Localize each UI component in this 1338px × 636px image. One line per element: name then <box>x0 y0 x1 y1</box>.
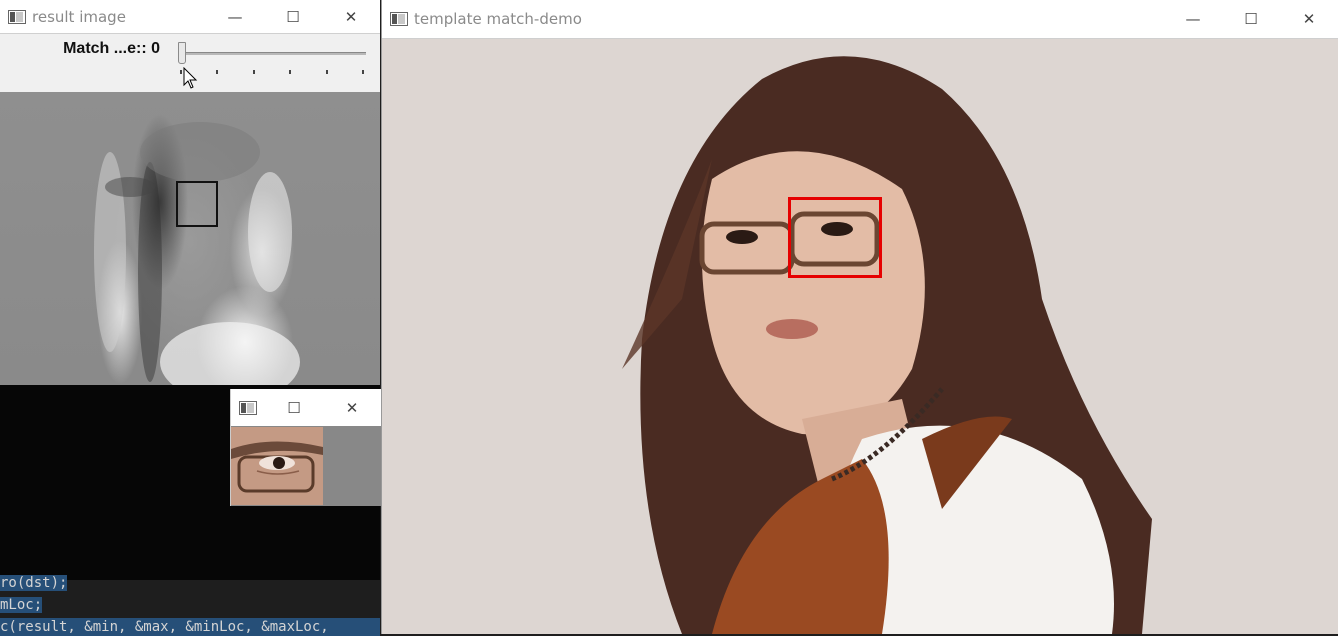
app-window-icon <box>8 9 26 24</box>
code-editor-fragment[interactable]: ro(dst); mLoc; c(result, &min, &max, &mi… <box>0 575 380 636</box>
result-match-map <box>0 92 380 385</box>
minimize-button[interactable]: — <box>1164 0 1222 38</box>
trackbar-tick <box>362 70 364 74</box>
template-match-demo-window[interactable]: template match-demo — ☐ ✕ <box>381 0 1338 634</box>
portrait-photo-illustration <box>382 39 1338 634</box>
close-button[interactable]: ✕ <box>1280 0 1338 38</box>
code-line: mLoc; <box>0 597 43 613</box>
trackbar-tick <box>252 70 255 74</box>
maximize-button[interactable]: ☐ <box>264 0 322 33</box>
best-match-rectangle <box>176 181 218 227</box>
result-window-titlebar[interactable]: result image — ☐ ✕ <box>0 0 380 34</box>
trackbar-track[interactable] <box>180 52 366 55</box>
trackbar-tick <box>289 70 292 74</box>
trackbar-tick <box>216 70 219 74</box>
trackbar-tick <box>325 70 328 74</box>
code-line: ro(dst); <box>0 575 68 591</box>
source-photo <box>382 39 1338 634</box>
trackbar-tick <box>180 70 182 74</box>
window-title: result image <box>32 7 126 26</box>
app-window-icon <box>239 400 257 415</box>
minimize-button[interactable]: — <box>206 0 264 33</box>
template-window-titlebar[interactable]: ☐ ✕ <box>231 389 381 426</box>
app-window-icon <box>390 12 408 26</box>
main-window-titlebar[interactable]: template match-demo — ☐ ✕ <box>382 0 1338 39</box>
window-title: template match-demo <box>414 10 582 28</box>
template-eye-glasses <box>231 427 323 505</box>
template-window[interactable]: ☐ ✕ <box>230 389 381 506</box>
mouse-cursor-icon <box>183 67 198 89</box>
trackbar-thumb[interactable] <box>178 42 186 64</box>
match-result-rectangle <box>788 197 882 278</box>
template-image <box>231 427 323 505</box>
trackbar-label: Match ...e:: 0 <box>63 40 160 57</box>
code-line: c(result, &min, &max, &minLoc, &maxLoc, <box>0 618 380 636</box>
result-map-texture <box>94 122 300 385</box>
close-button[interactable]: ✕ <box>323 389 381 426</box>
close-button[interactable]: ✕ <box>322 0 380 33</box>
maximize-button[interactable]: ☐ <box>1222 0 1280 38</box>
maximize-button[interactable]: ☐ <box>265 389 323 426</box>
